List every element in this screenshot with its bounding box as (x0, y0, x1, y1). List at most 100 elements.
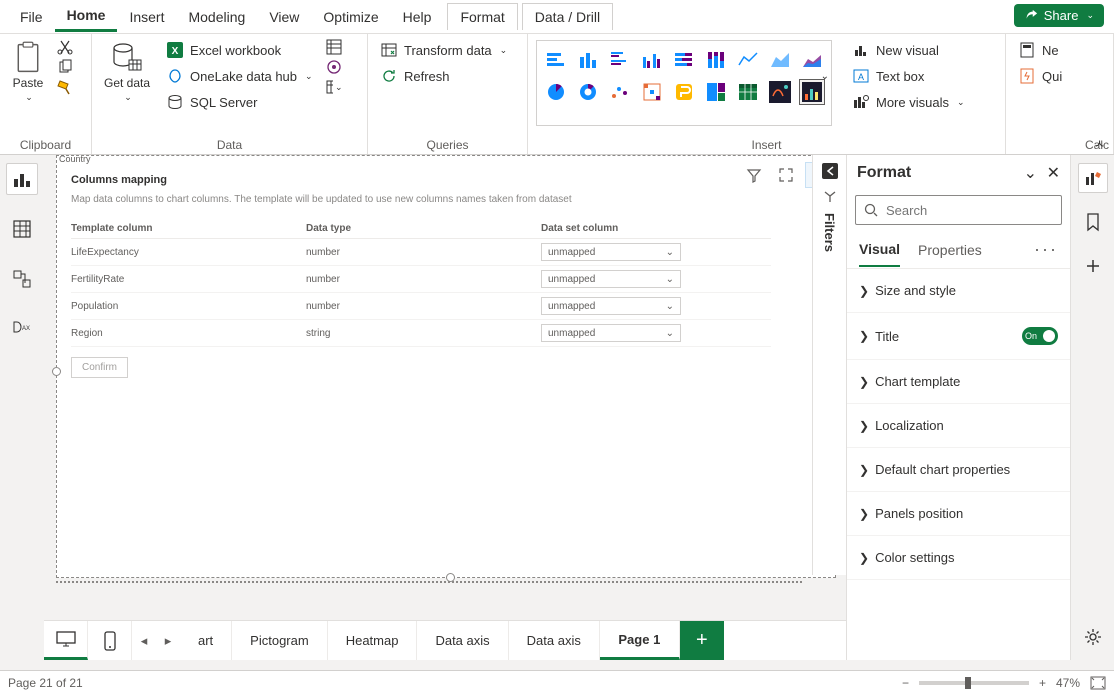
more-visuals-button[interactable]: More visuals ⌄ (848, 90, 969, 114)
format-panels-position[interactable]: ❯Panels position (847, 492, 1070, 536)
scroll-tabs-right-icon[interactable]: ▸ (156, 621, 180, 660)
chevron-down-icon: ⌄ (124, 92, 132, 103)
dataverse-icon[interactable] (325, 58, 343, 76)
page-tab[interactable]: Data axis (417, 621, 508, 660)
page-tab[interactable]: Data axis (509, 621, 600, 660)
menu-home[interactable]: Home (55, 1, 118, 32)
table-view-icon[interactable] (6, 213, 38, 245)
zoom-slider[interactable] (919, 681, 1029, 685)
paste-button[interactable]: Paste ⌄ (8, 38, 48, 107)
add-pane-icon[interactable] (1078, 251, 1108, 281)
viz-100-stacked-column-icon[interactable] (703, 47, 729, 73)
viz-key-influencers-icon[interactable] (671, 79, 697, 105)
model-view-icon[interactable] (6, 263, 38, 295)
quick-measure-icon (1018, 67, 1036, 85)
visualizations-gallery[interactable]: ⌄ (536, 40, 832, 126)
viz-table-icon[interactable] (735, 79, 761, 105)
report-view-icon[interactable] (6, 163, 38, 195)
menu-modeling[interactable]: Modeling (176, 3, 257, 31)
menu-optimize[interactable]: Optimize (311, 3, 390, 31)
new-measure-button[interactable]: Ne (1014, 38, 1066, 62)
viz-stacked-bar-icon[interactable] (543, 47, 569, 73)
zoom-in-button[interactable]: + (1039, 676, 1046, 690)
cut-icon[interactable] (56, 38, 74, 56)
format-default-chart-properties[interactable]: ❯Default chart properties (847, 448, 1070, 492)
recent-sources-icon[interactable]: ⌄ (325, 78, 343, 96)
menu-file[interactable]: File (8, 3, 55, 31)
tab-visual[interactable]: Visual (859, 235, 900, 267)
filter-icon[interactable] (741, 162, 767, 188)
menu-datadrill[interactable]: Data / Drill (522, 3, 613, 30)
visual-selection-frame[interactable]: Country + Columns mapping Map data colum… (56, 155, 836, 578)
menu-help[interactable]: Help (391, 3, 444, 31)
mapping-dropdown[interactable]: unmapped⌄ (541, 243, 681, 261)
page-tab[interactable]: Heatmap (328, 621, 418, 660)
close-icon[interactable]: ✕ (1047, 165, 1060, 182)
format-title[interactable]: ❯ Title On (847, 313, 1070, 360)
share-button[interactable]: Share ⌄ (1014, 4, 1104, 27)
chevron-down-icon[interactable]: ⌄ (1024, 165, 1037, 182)
viz-treemap-icon[interactable] (703, 79, 729, 105)
transform-data-button[interactable]: Transform data ⌄ (376, 38, 511, 62)
viz-clustered-column-icon[interactable] (639, 47, 665, 73)
bookmarks-pane-icon[interactable] (1078, 207, 1108, 237)
filters-pane-toggle-icon[interactable] (822, 189, 838, 205)
viz-clustered-bar-icon[interactable] (607, 47, 633, 73)
tab-properties[interactable]: Properties (918, 236, 982, 266)
get-data-button[interactable]: Get data ⌄ (100, 38, 154, 107)
zoom-level[interactable]: 47% (1056, 676, 1080, 690)
copy-icon[interactable] (56, 58, 74, 76)
viz-area-icon[interactable] (767, 47, 793, 73)
title-toggle[interactable]: On (1022, 327, 1058, 345)
scroll-tabs-left-icon[interactable]: ◂ (132, 621, 156, 660)
quick-measure-button[interactable]: Qui (1014, 64, 1066, 88)
format-size-style[interactable]: ❯Size and style (847, 269, 1070, 313)
viz-custom-2-icon[interactable] (799, 79, 825, 105)
settings-icon[interactable] (1078, 622, 1108, 652)
desktop-layout-icon[interactable] (44, 621, 88, 660)
viz-donut-icon[interactable] (575, 79, 601, 105)
page-tab[interactable]: art (180, 621, 232, 660)
format-visual-pane-icon[interactable] (1078, 163, 1108, 193)
format-painter-icon[interactable] (56, 78, 74, 96)
refresh-button[interactable]: Refresh (376, 64, 511, 88)
more-options-icon[interactable]: ··· (1034, 233, 1058, 268)
collapse-ribbon-icon[interactable]: ㅅ (1094, 135, 1105, 152)
mobile-layout-icon[interactable] (88, 621, 132, 660)
menu-view[interactable]: View (257, 3, 311, 31)
viz-pie-icon[interactable] (543, 79, 569, 105)
viz-stacked-column-icon[interactable] (575, 47, 601, 73)
chevron-down-icon[interactable]: ⌄ (821, 71, 829, 82)
format-color-settings[interactable]: ❯Color settings (847, 536, 1070, 580)
mapping-dropdown[interactable]: unmapped⌄ (541, 297, 681, 315)
onelake-hub-button[interactable]: OneLake data hub ⌄ (162, 64, 317, 88)
filters-pane-label[interactable]: Filters (822, 213, 837, 252)
focus-mode-icon[interactable] (773, 162, 799, 188)
viz-scatter-icon[interactable] (607, 79, 633, 105)
zoom-out-button[interactable]: − (902, 676, 909, 690)
excel-workbook-button[interactable]: X Excel workbook (162, 38, 317, 62)
format-localization[interactable]: ❯Localization (847, 404, 1070, 448)
menu-format[interactable]: Format (447, 3, 517, 30)
viz-custom-1-icon[interactable] (767, 79, 793, 105)
sql-server-button[interactable]: SQL Server (162, 90, 317, 114)
search-input[interactable] (886, 203, 1062, 218)
format-search[interactable] (855, 195, 1062, 225)
viz-line-icon[interactable] (735, 47, 761, 73)
text-box-button[interactable]: A Text box (848, 64, 969, 88)
expand-filters-icon[interactable] (820, 161, 840, 181)
page-tab[interactable]: Page 1 (600, 621, 680, 660)
viz-100-stacked-bar-icon[interactable] (671, 47, 697, 73)
enter-data-icon[interactable] (325, 38, 343, 56)
add-page-button[interactable]: + (680, 621, 724, 660)
mapping-dropdown[interactable]: unmapped⌄ (541, 270, 681, 288)
new-visual-button[interactable]: New visual (848, 38, 969, 62)
viz-stacked-area-icon[interactable] (799, 47, 825, 73)
dax-view-icon[interactable]: AX (6, 313, 38, 345)
mapping-dropdown[interactable]: unmapped⌄ (541, 324, 681, 342)
menu-insert[interactable]: Insert (117, 3, 176, 31)
page-tab[interactable]: Pictogram (232, 621, 328, 660)
format-chart-template[interactable]: ❯Chart template (847, 360, 1070, 404)
fit-to-page-icon[interactable] (1090, 676, 1106, 690)
viz-matrix-icon[interactable] (639, 79, 665, 105)
